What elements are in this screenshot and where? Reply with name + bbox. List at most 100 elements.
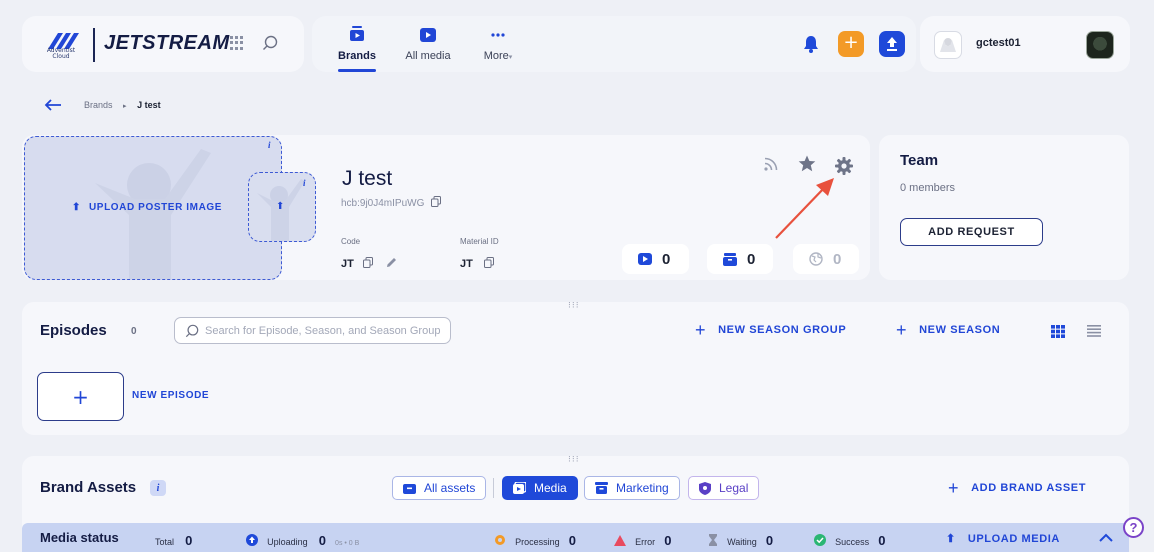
upload-poster-button[interactable]: ⬆ UPLOAD POSTER IMAGE — [72, 202, 222, 213]
shield-icon — [699, 481, 711, 495]
archive-icon — [723, 252, 737, 266]
plus-icon: + — [948, 478, 960, 498]
apps-grid-icon[interactable] — [230, 36, 244, 50]
filter-all-assets[interactable]: All assets — [392, 476, 487, 500]
back-arrow-icon[interactable] — [44, 99, 62, 111]
archive-icon — [595, 482, 608, 494]
add-request-button[interactable]: ADD REQUEST — [900, 218, 1043, 246]
chevron-up-icon[interactable] — [1099, 533, 1113, 542]
stat-archive-count[interactable]: 0 — [707, 244, 773, 274]
team-member-count: 0 members — [900, 182, 956, 194]
nav-tab-label: More▾ — [483, 50, 513, 62]
user-silhouette-icon — [940, 38, 956, 52]
material-id-label: Material ID — [460, 237, 499, 246]
stat-globe-count[interactable]: 0 — [793, 244, 859, 274]
notification-bell-icon[interactable] — [803, 35, 819, 53]
rss-feed-icon[interactable] — [764, 157, 778, 171]
profile-avatar[interactable] — [1086, 31, 1114, 59]
ellipsis-icon — [491, 33, 505, 37]
episodes-title: Episodes — [40, 322, 107, 339]
code-label: Code — [341, 237, 361, 246]
copy-icon[interactable] — [362, 257, 373, 268]
nav-tab-brands[interactable]: Brands — [334, 22, 380, 72]
edit-pencil-icon[interactable] — [386, 257, 397, 268]
grid-view-icon[interactable] — [1051, 325, 1065, 338]
episodes-count: 0 — [131, 326, 137, 337]
code-value: JT — [341, 257, 397, 270]
brand-title: J test — [342, 167, 393, 190]
nav-tab-label: Brands — [338, 50, 376, 62]
plus-icon: + — [695, 320, 707, 340]
brand-assets-title: Brand Assets — [40, 479, 137, 496]
globe-icon — [809, 252, 823, 266]
drag-handle-icon[interactable]: ⁝⁝⁝ — [568, 455, 580, 465]
new-season-group-button[interactable]: + NEW SEASON GROUP — [695, 320, 846, 340]
plus-icon: + — [896, 320, 908, 340]
brands-icon — [350, 26, 364, 41]
media-play-icon — [420, 28, 436, 42]
list-view-icon[interactable] — [1087, 325, 1101, 337]
upload-arrow-icon — [887, 37, 897, 51]
media-play-icon — [638, 253, 652, 265]
settings-gear-icon[interactable] — [835, 157, 853, 175]
logo-divider — [93, 28, 95, 62]
search-icon[interactable] — [262, 35, 278, 51]
assets-info-icon[interactable]: i — [150, 480, 166, 496]
add-brand-asset-button[interactable]: + ADD BRAND ASSET — [948, 478, 1086, 498]
upload-arrow-icon: ⬆ — [72, 202, 81, 213]
status-uploading[interactable]: Uploading 0 0s • 0 B — [246, 530, 359, 549]
stat-media-count[interactable]: 0 — [622, 244, 689, 274]
search-icon — [185, 324, 199, 338]
processing-gear-icon — [495, 535, 505, 545]
filter-separator — [493, 478, 494, 498]
team-title: Team — [900, 152, 939, 169]
status-success[interactable]: Success 0 — [814, 530, 885, 549]
poster-info-icon[interactable]: i — [268, 140, 271, 150]
warning-triangle-icon — [614, 535, 626, 546]
filter-media[interactable]: Media — [502, 476, 578, 500]
new-season-button[interactable]: + NEW SEASON — [896, 320, 1000, 340]
folder-icon — [403, 483, 416, 494]
copy-icon[interactable] — [483, 257, 494, 268]
help-icon[interactable]: ? — [1123, 517, 1144, 538]
drag-handle-icon[interactable]: ⁝⁝⁝ — [568, 301, 580, 311]
media-status-title: Media status — [40, 530, 119, 545]
create-button[interactable]: + — [838, 31, 864, 57]
copy-icon[interactable] — [431, 196, 442, 207]
status-processing[interactable]: Processing 0 — [494, 530, 576, 549]
filter-marketing[interactable]: Marketing — [584, 476, 680, 500]
upload-media-button[interactable]: ⬆ UPLOAD MEDIA — [946, 532, 1060, 546]
breadcrumb: Brands ▸ J test — [84, 100, 161, 110]
nav-tab-more[interactable]: More▾ — [476, 22, 520, 66]
jetstream-wordmark[interactable]: JETSTREAM — [104, 32, 230, 55]
new-episode-label[interactable]: NEW EPISODE — [132, 390, 209, 401]
user-avatar-placeholder[interactable] — [934, 31, 962, 59]
upload-button[interactable] — [879, 31, 905, 57]
nav-tab-all-media[interactable]: All media — [400, 22, 456, 66]
logo-org-text: Adventist Cloud — [46, 47, 76, 60]
upload-circle-icon — [246, 534, 258, 546]
status-total: Total 0 — [155, 533, 193, 548]
filter-legal[interactable]: Legal — [688, 476, 760, 500]
episode-search-input[interactable] — [205, 322, 445, 340]
episode-search-field[interactable] — [174, 317, 451, 344]
plus-icon: + — [72, 384, 89, 409]
favorite-star-icon[interactable] — [798, 155, 816, 172]
status-error[interactable]: Error 0 — [614, 530, 671, 549]
hourglass-icon — [709, 534, 717, 546]
breadcrumb-current: J test — [137, 100, 161, 110]
brand-hcb-id: hcb:9j0J4mIPuWG — [341, 196, 442, 209]
thumbnail-info-icon[interactable]: i — [303, 178, 306, 188]
plus-icon: + — [843, 32, 859, 53]
material-id-value: JT — [460, 257, 494, 270]
breadcrumb-link-brands[interactable]: Brands — [84, 100, 113, 110]
annotation-arrow — [775, 178, 834, 239]
upload-arrow-icon: ⬆ — [946, 533, 956, 545]
nav-tab-label: All media — [405, 50, 451, 62]
new-episode-button[interactable]: + — [37, 372, 124, 421]
success-check-icon — [814, 534, 826, 546]
chevron-down-icon: ▾ — [508, 54, 513, 61]
status-waiting[interactable]: Waiting 0 — [708, 530, 773, 549]
upload-arrow-icon: ⬆ — [276, 201, 285, 212]
username[interactable]: gctest01 — [976, 37, 1021, 49]
